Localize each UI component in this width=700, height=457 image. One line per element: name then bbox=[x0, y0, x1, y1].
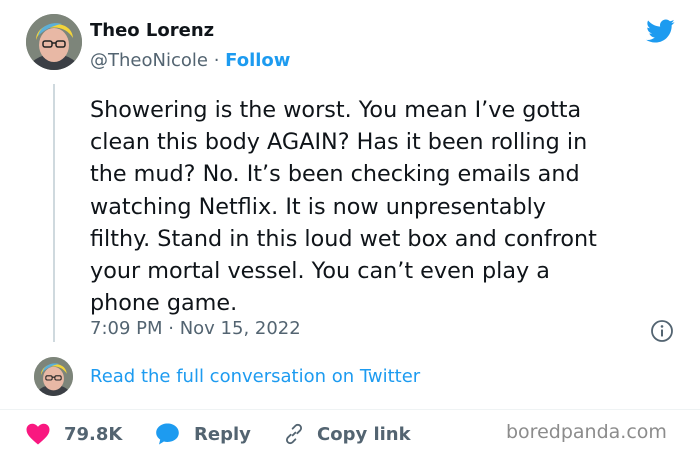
thread-line bbox=[53, 84, 55, 342]
link-icon bbox=[285, 423, 303, 445]
divider bbox=[0, 409, 700, 410]
author-handle[interactable]: @TheoNicole bbox=[90, 50, 208, 71]
handle-separator: · bbox=[213, 50, 220, 71]
speech-bubble-icon bbox=[156, 423, 179, 445]
info-icon[interactable] bbox=[650, 319, 674, 343]
like-button[interactable]: 79.8K bbox=[26, 421, 122, 447]
heart-icon bbox=[26, 423, 50, 445]
copy-link-label: Copy link bbox=[317, 423, 411, 445]
copy-link-button[interactable]: Copy link bbox=[283, 421, 411, 447]
reply-label: Reply bbox=[194, 423, 251, 445]
follow-button[interactable]: Follow bbox=[225, 50, 290, 71]
like-count: 79.8K bbox=[64, 423, 123, 445]
author-avatar[interactable] bbox=[26, 14, 82, 70]
author-handle-row: @TheoNicole · Follow bbox=[90, 50, 290, 71]
read-conversation-link[interactable]: Read the full conversation on Twitter bbox=[90, 366, 420, 387]
twitter-bird-icon[interactable] bbox=[643, 16, 677, 46]
reply-button[interactable]: Reply bbox=[155, 421, 251, 447]
tweet-timestamp[interactable]: 7:09 PM · Nov 15, 2022 bbox=[90, 318, 301, 339]
avatar-image bbox=[26, 14, 82, 70]
avatar-image bbox=[34, 357, 73, 396]
tweet-text: Showering is the worst. You mean I’ve go… bbox=[90, 97, 597, 317]
author-name[interactable]: Theo Lorenz bbox=[90, 20, 214, 41]
conversation-avatar[interactable] bbox=[34, 357, 73, 396]
watermark: boredpanda.com bbox=[506, 421, 667, 443]
